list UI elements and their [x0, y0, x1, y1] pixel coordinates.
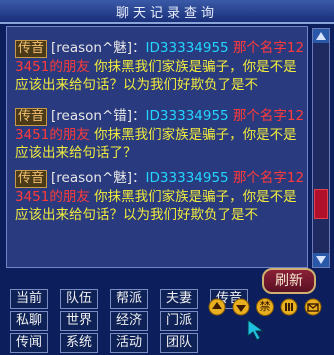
channel-button-guild[interactable]: 帮派 — [110, 289, 148, 309]
chat-message: 传音 [reason^魅]：ID33334955 那个名字12 3451的朋友 你… — [15, 39, 307, 94]
target-name: 那个名字12 — [232, 170, 305, 186]
sender-name[interactable]: [reason^魅]： — [51, 170, 146, 186]
scroll-down-icon[interactable] — [313, 253, 329, 267]
sender-id: ID33334955 — [145, 108, 229, 124]
sender-name[interactable]: [reason^魅]： — [51, 40, 146, 56]
mail-icon[interactable] — [304, 298, 322, 316]
refresh-button[interactable]: 刷新 — [262, 268, 316, 294]
down-arrow-icon[interactable] — [232, 298, 250, 316]
channel-button-private[interactable]: 私聊 — [10, 311, 48, 331]
chat-message: 传音 [reason^错]：ID33334955 那个名字12 3451的朋友 你… — [15, 107, 307, 162]
channel-button-spouse[interactable]: 夫妻 — [160, 289, 198, 309]
scroll-up-icon[interactable] — [313, 29, 329, 43]
channel-button-current[interactable]: 当前 — [10, 289, 48, 309]
channel-button-economy[interactable]: 经济 — [110, 311, 148, 331]
target-name-2: 3451的朋友 — [15, 127, 90, 143]
sender-name[interactable]: [reason^错]： — [51, 108, 146, 124]
channel-button-event[interactable]: 活动 — [110, 333, 148, 353]
channel-button-sect[interactable]: 门派 — [160, 311, 198, 331]
chat-log-window: 聊天记录查询 传音 [reason^魅]：ID33334955 那个名字12 34… — [0, 0, 334, 355]
channel-button-team[interactable]: 队伍 — [60, 289, 98, 309]
ban-icon[interactable]: 禁 — [256, 298, 274, 316]
log-scrollbar[interactable] — [312, 28, 330, 268]
cursor-pointer-icon — [247, 319, 265, 341]
channel-button-world[interactable]: 世界 — [60, 311, 98, 331]
target-name-2: 3451的朋友 — [15, 189, 90, 205]
sender-id: ID33334955 — [145, 40, 229, 56]
title-bar: 聊天记录查询 — [0, 0, 334, 24]
target-name: 那个名字12 — [232, 40, 305, 56]
grid-icon[interactable] — [280, 298, 298, 316]
channel-tag: 传音 — [15, 108, 48, 126]
target-name-2: 3451的朋友 — [15, 59, 90, 75]
window-title: 聊天记录查询 — [115, 6, 218, 21]
channel-button-system[interactable]: 系统 — [60, 333, 98, 353]
scroll-thumb[interactable] — [314, 189, 328, 219]
chat-log-area: 传音 [reason^魅]：ID33334955 那个名字12 3451的朋友 你… — [6, 26, 308, 268]
channel-button-group[interactable]: 团队 — [160, 333, 198, 353]
chat-message: 传音 [reason^魅]：ID33334955 那个名字12 3451的朋友 你… — [15, 169, 307, 224]
channel-tag: 传音 — [15, 170, 48, 188]
channel-button-rumor[interactable]: 传闻 — [10, 333, 48, 353]
sender-id: ID33334955 — [145, 170, 229, 186]
channel-tag: 传音 — [15, 40, 48, 58]
up-arrow-icon[interactable] — [208, 298, 226, 316]
target-name: 那个名字12 — [232, 108, 305, 124]
